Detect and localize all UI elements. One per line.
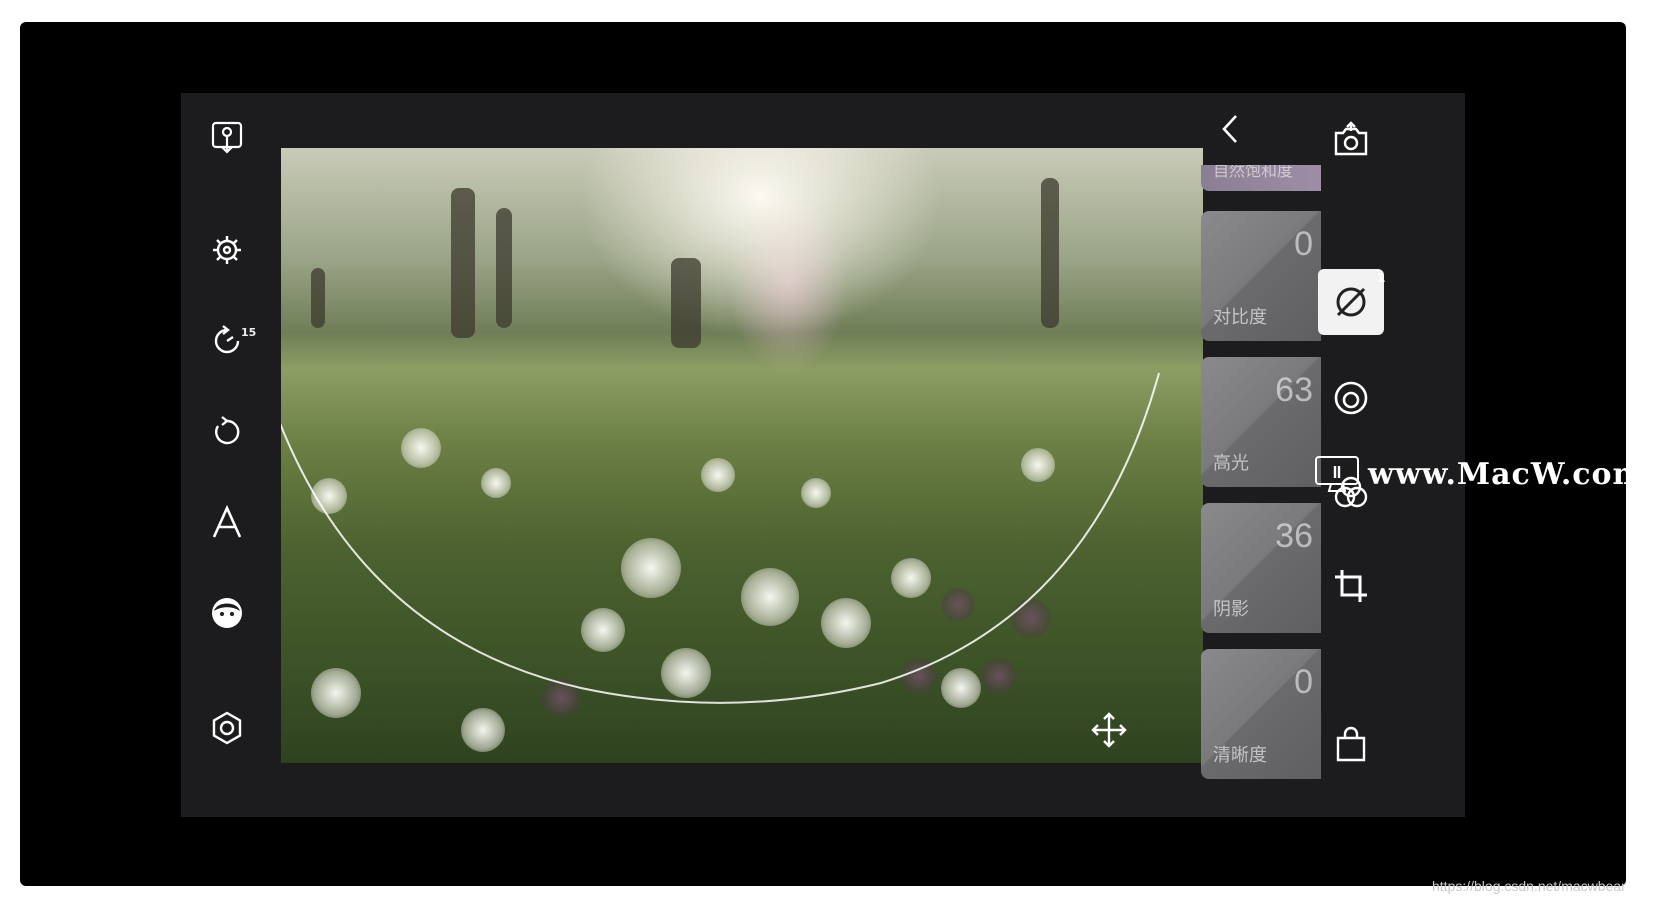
crop-icon[interactable] (1331, 566, 1371, 606)
adjustment-list[interactable]: 自然饱和度 0 对比度 63 高光 36 阴影 0 清晰度 (1181, 165, 1321, 817)
undo-icon[interactable] (209, 414, 245, 450)
adjustment-label: 自然饱和度 (1213, 165, 1294, 180)
settings-icon[interactable] (209, 232, 245, 268)
hexagon-icon[interactable] (209, 710, 245, 746)
adjustment-value: 36 (1275, 517, 1313, 555)
timer-badge: 15 (241, 326, 257, 339)
adjustment-value: 0 (1294, 225, 1313, 263)
adjustment-card-shadows[interactable]: 36 阴影 (1201, 503, 1321, 633)
adjustment-label: 高光 (1213, 453, 1249, 474)
healing-brush-icon[interactable] (1331, 282, 1371, 322)
text-icon[interactable] (209, 504, 245, 540)
video-frame: 15 自然饱和度 0 对比度 63 高光 36 阴影 0 清晰度 1 www.M… (20, 22, 1626, 886)
timer-icon[interactable] (209, 323, 245, 359)
camera-switch-icon[interactable] (1331, 120, 1371, 160)
adjustment-card-highlights[interactable]: 63 高光 (1201, 357, 1321, 487)
active-tool-badge: 1 (1377, 271, 1386, 285)
image-credit: https://blog.csdn.net/macwbear (1432, 878, 1626, 894)
radial-mask-arc[interactable] (281, 148, 1203, 763)
export-icon[interactable] (209, 119, 245, 155)
adjustment-value: 0 (1294, 663, 1313, 701)
adjustment-label: 清晰度 (1213, 745, 1267, 766)
adjustment-card-clarity[interactable]: 0 清晰度 (1201, 649, 1321, 779)
chevron-left-icon[interactable] (1211, 109, 1251, 149)
monitor-icon (1315, 456, 1359, 492)
shopping-bag-icon[interactable] (1331, 725, 1371, 765)
photo-canvas[interactable] (281, 148, 1203, 763)
watermark-text: www.MacW.com (1368, 456, 1626, 492)
adjustment-label: 阴影 (1213, 599, 1249, 620)
adjustment-label: 对比度 (1213, 307, 1267, 328)
watermark: www.MacW.com (1314, 454, 1626, 494)
adjustment-card-partial[interactable]: 自然饱和度 (1201, 165, 1321, 191)
move-icon[interactable] (1089, 710, 1129, 750)
adjustment-card-contrast[interactable]: 0 对比度 (1201, 211, 1321, 341)
adjustment-value: 63 (1275, 371, 1313, 409)
face-icon[interactable] (209, 595, 245, 631)
photo-editor-app: 15 自然饱和度 0 对比度 63 高光 36 阴影 0 清晰度 1 (181, 93, 1465, 817)
vignette-icon[interactable] (1331, 378, 1371, 418)
